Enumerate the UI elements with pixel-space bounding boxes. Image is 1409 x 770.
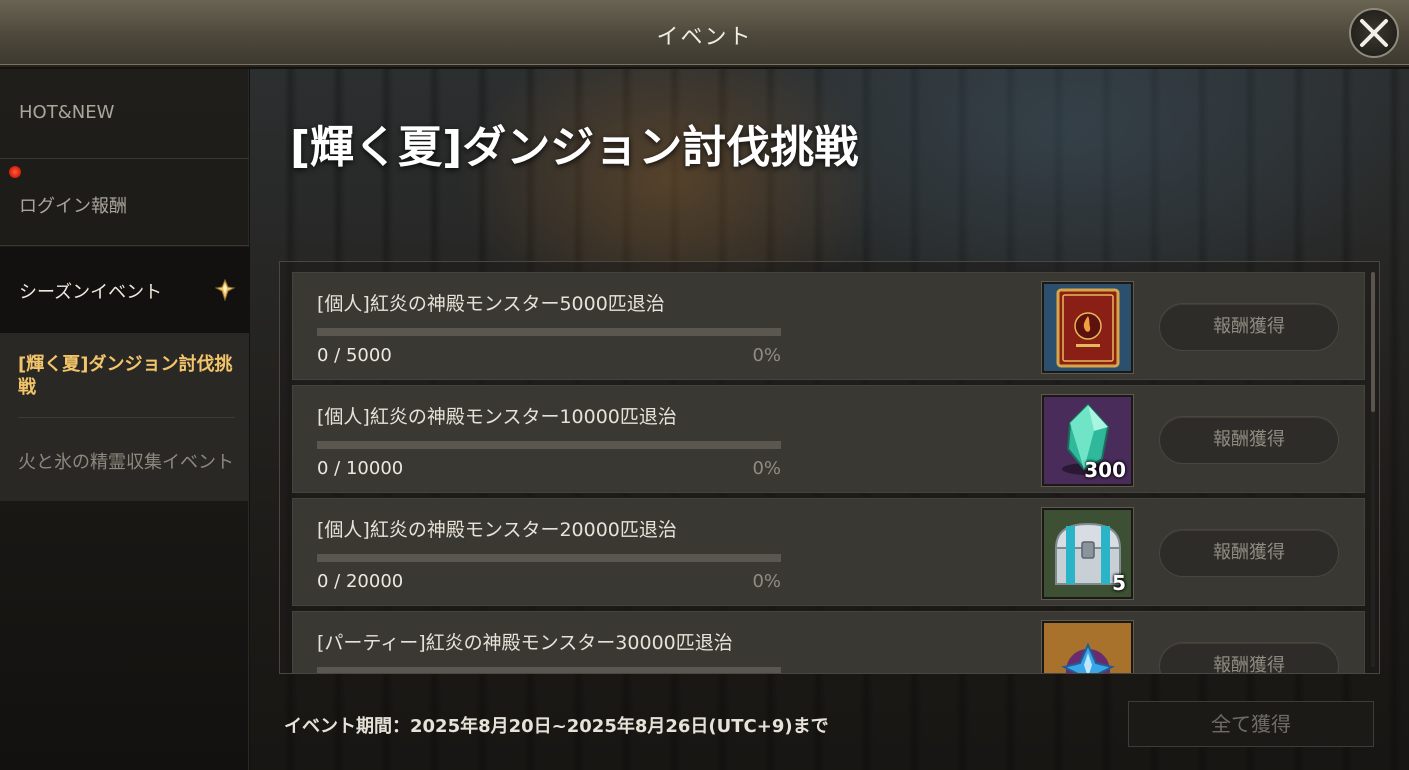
progress-bar bbox=[317, 554, 781, 562]
progress-count: 0 / 10000 bbox=[317, 458, 404, 479]
progress-percent: 0% bbox=[752, 345, 781, 366]
red-book-icon bbox=[1044, 284, 1131, 371]
diamond-gem-icon bbox=[215, 279, 235, 301]
window-title: イベント bbox=[656, 25, 753, 50]
progress-percent: 0% bbox=[752, 458, 781, 479]
progress-bar bbox=[317, 328, 781, 336]
progress-bar bbox=[317, 441, 781, 449]
reward-slot[interactable]: 5 bbox=[1042, 508, 1133, 599]
sidebar: HOT&NEW ログイン報酬 シーズンイベント [輝く夏]ダンジョン討伐挑戦 火… bbox=[0, 69, 249, 770]
claim-reward-button[interactable]: 報酬獲得 bbox=[1159, 416, 1339, 464]
sidebar-item-hot-new[interactable]: HOT&NEW bbox=[0, 69, 249, 159]
sidebar-item-label: シーズンイベント bbox=[19, 282, 163, 303]
claim-reward-button[interactable]: 報酬獲得 bbox=[1159, 303, 1339, 351]
reward-quantity: 300 bbox=[1084, 458, 1126, 482]
submenu-item-spirit-collection[interactable]: 火と氷の精霊収集イベント bbox=[0, 418, 249, 501]
sidebar-item-season-event[interactable]: シーズンイベント bbox=[0, 247, 249, 333]
blue-spiky-orb-icon bbox=[1044, 623, 1131, 673]
mission-title: [個人]紅炎の神殿モンスター20000匹退治 bbox=[317, 519, 677, 541]
mission-row: [個人]紅炎の神殿モンスター20000匹退治 0 / 20000 0% 5 報酬… bbox=[292, 498, 1365, 606]
season-event-submenu: [輝く夏]ダンジョン討伐挑戦 火と氷の精霊収集イベント bbox=[0, 333, 249, 501]
mission-row: [パーティー]紅炎の神殿モンスター30000匹退治 報酬獲得 bbox=[292, 611, 1365, 673]
progress-bar bbox=[317, 667, 781, 673]
progress-count: 0 / 5000 bbox=[317, 345, 392, 366]
sidebar-item-label: HOT&NEW bbox=[19, 102, 115, 123]
submenu-item-dungeon-challenge[interactable]: [輝く夏]ダンジョン討伐挑戦 bbox=[0, 333, 249, 417]
progress-percent: 0% bbox=[752, 571, 781, 592]
event-period: イベント期間：2025年8月20日~2025年8月26日(UTC+9)まで bbox=[284, 716, 829, 737]
mission-title: [個人]紅炎の神殿モンスター5000匹退治 bbox=[317, 293, 665, 315]
reward-slot[interactable] bbox=[1042, 282, 1133, 373]
mission-row: [個人]紅炎の神殿モンスター10000匹退治 0 / 10000 0% 300 … bbox=[292, 385, 1365, 493]
sidebar-item-label: ログイン報酬 bbox=[19, 196, 127, 217]
claim-all-button[interactable]: 全て獲得 bbox=[1128, 701, 1374, 747]
progress-count: 0 / 20000 bbox=[317, 571, 404, 592]
close-x-icon bbox=[1360, 19, 1388, 47]
reward-quantity: 5 bbox=[1112, 571, 1126, 595]
mission-row: [個人]紅炎の神殿モンスター5000匹退治 0 / 5000 0% 報酬獲得 bbox=[292, 272, 1365, 380]
claim-reward-button[interactable]: 報酬獲得 bbox=[1159, 642, 1339, 673]
event-content: [輝く夏]ダンジョン討伐挑戦 [個人]紅炎の神殿モンスター5000匹退治 0 /… bbox=[250, 69, 1409, 770]
event-title: [輝く夏]ダンジョン討伐挑戦 bbox=[290, 122, 859, 173]
scrollbar-thumb[interactable] bbox=[1371, 272, 1375, 412]
submenu-item-label: 火と氷の精霊収集イベント bbox=[18, 452, 234, 473]
close-button[interactable] bbox=[1349, 8, 1399, 58]
mission-title: [個人]紅炎の神殿モンスター10000匹退治 bbox=[317, 406, 677, 428]
sidebar-item-login-reward[interactable]: ログイン報酬 bbox=[0, 160, 249, 246]
notification-dot bbox=[9, 166, 21, 178]
reward-slot[interactable]: 300 bbox=[1042, 395, 1133, 486]
mission-list[interactable]: [個人]紅炎の神殿モンスター5000匹退治 0 / 5000 0% 報酬獲得 [… bbox=[279, 261, 1380, 674]
claim-reward-button[interactable]: 報酬獲得 bbox=[1159, 529, 1339, 577]
reward-slot[interactable] bbox=[1042, 621, 1133, 673]
title-bar: イベント bbox=[0, 0, 1409, 67]
submenu-item-label: [輝く夏]ダンジョン討伐挑戦 bbox=[18, 354, 233, 398]
mission-title: [パーティー]紅炎の神殿モンスター30000匹退治 bbox=[317, 632, 733, 654]
